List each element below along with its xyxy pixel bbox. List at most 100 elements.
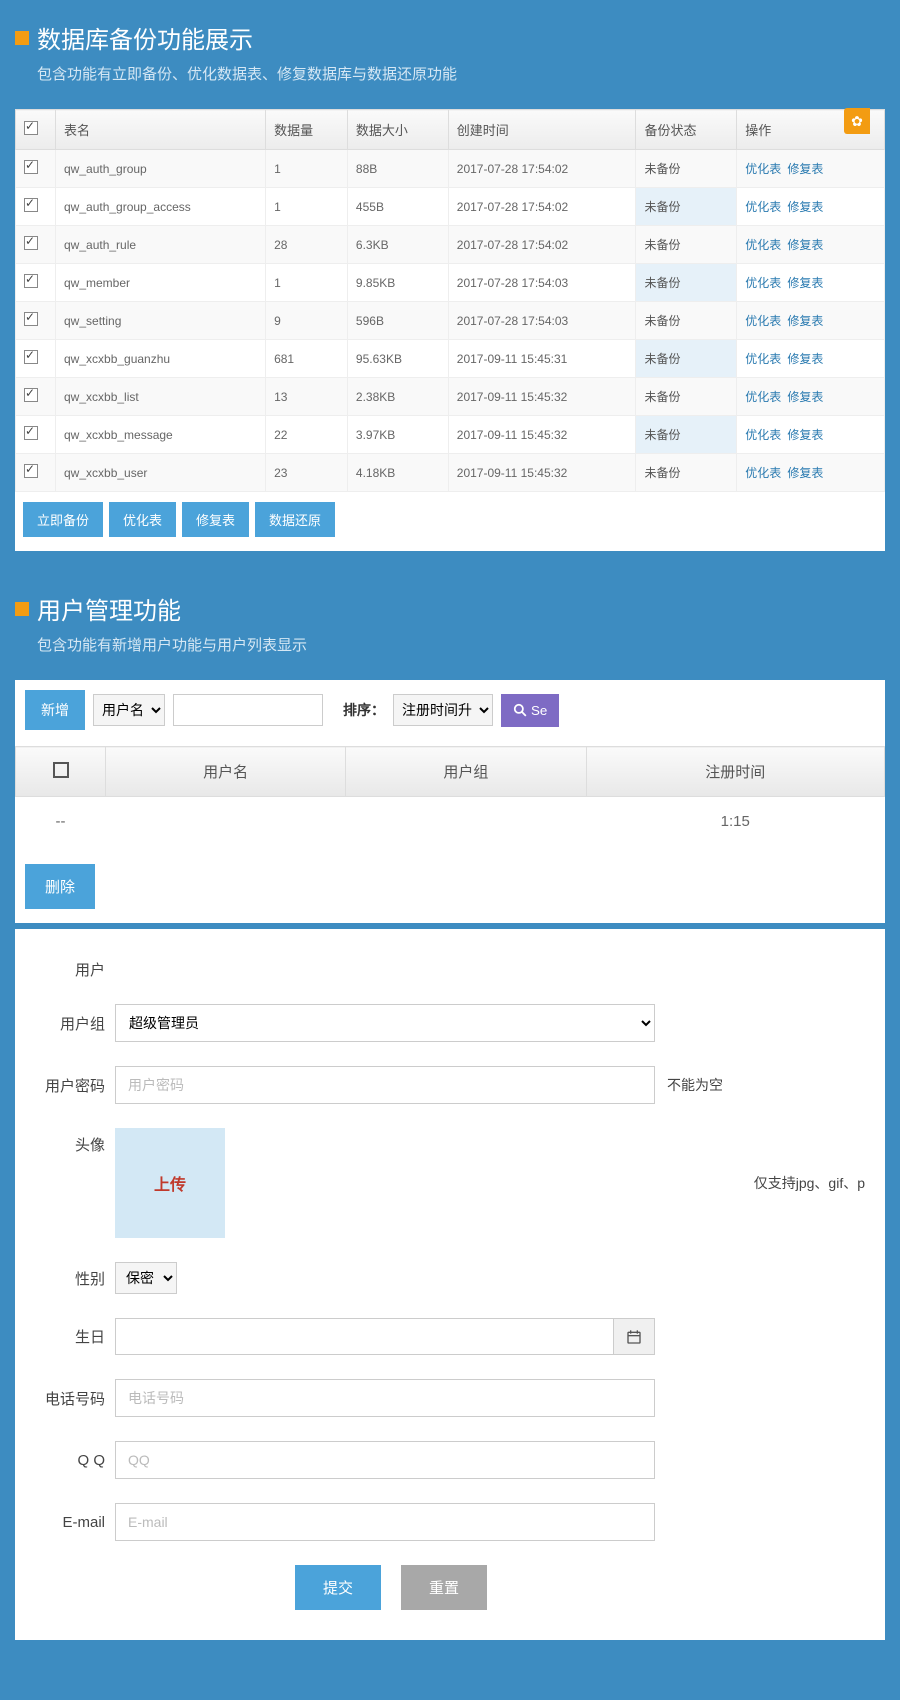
cell-size: 95.63KB — [347, 340, 448, 378]
optimize-link[interactable]: 优化表 — [745, 238, 781, 252]
cell-name: qw_auth_group — [56, 150, 266, 188]
search-icon — [513, 703, 527, 717]
cell-count: 1 — [266, 264, 348, 302]
select-all-checkbox[interactable] — [24, 121, 38, 135]
repair-link[interactable]: 修复表 — [787, 428, 823, 442]
phone-input[interactable] — [115, 1379, 655, 1417]
repair-button[interactable]: 修复表 — [182, 502, 249, 537]
upload-button[interactable]: 上传 — [115, 1128, 225, 1238]
sort-select[interactable]: 注册时间升 — [393, 694, 493, 726]
delete-button[interactable]: 删除 — [25, 864, 95, 909]
birthday-input[interactable] — [115, 1318, 613, 1355]
backup-button[interactable]: 立即备份 — [23, 502, 103, 537]
row-checkbox[interactable] — [24, 312, 38, 326]
label-gender: 性别 — [35, 1268, 115, 1289]
add-button[interactable]: 新增 — [25, 690, 85, 730]
group-select[interactable]: 超级管理员 — [115, 1004, 655, 1042]
optimize-link[interactable]: 优化表 — [745, 352, 781, 366]
cell-ops: 优化表修复表 — [737, 378, 885, 416]
cell-count: 28 — [266, 226, 348, 264]
repair-link[interactable]: 修复表 — [787, 238, 823, 252]
cell-ops: 优化表修复表 — [737, 302, 885, 340]
cell-name: qw_setting — [56, 302, 266, 340]
cell-size: 6.3KB — [347, 226, 448, 264]
cell-count: 1 — [266, 150, 348, 188]
search-button[interactable]: Se — [501, 694, 559, 727]
avatar-hint: 仅支持jpg、gif、p — [754, 1173, 865, 1193]
row-checkbox[interactable] — [24, 198, 38, 212]
optimize-link[interactable]: 优化表 — [745, 314, 781, 328]
db-panel: ✿ 表名数据量数据大小创建时间备份状态操作 qw_auth_group188B2… — [15, 109, 885, 551]
cell-ops: 优化表修复表 — [737, 416, 885, 454]
optimize-link[interactable]: 优化表 — [745, 200, 781, 214]
repair-link[interactable]: 修复表 — [787, 162, 823, 176]
col-header: 备份状态 — [636, 110, 737, 150]
cell-size: 9.85KB — [347, 264, 448, 302]
user-form: 用户 用户组 超级管理员 用户密码 不能为空 头像 上传 仅支持jpg、gif、… — [15, 929, 885, 1640]
section-subtitle: 包含功能有立即备份、优化数据表、修复数据库与数据还原功能 — [37, 63, 885, 84]
cell-name: qw_xcxbb_message — [56, 416, 266, 454]
cell-size: 4.18KB — [347, 454, 448, 492]
password-input[interactable] — [115, 1066, 655, 1104]
label-birthday: 生日 — [35, 1326, 115, 1347]
table-row: -- 1:15 — [16, 797, 885, 847]
row-checkbox[interactable] — [24, 160, 38, 174]
cell-time: 2017-09-11 15:45:31 — [448, 340, 636, 378]
optimize-link[interactable]: 优化表 — [745, 162, 781, 176]
bullet-icon — [15, 602, 29, 616]
repair-link[interactable]: 修复表 — [787, 276, 823, 290]
qq-input[interactable] — [115, 1441, 655, 1479]
col-regtime: 注册时间 — [586, 747, 884, 797]
filter-input[interactable] — [173, 694, 323, 726]
col-header: 数据大小 — [347, 110, 448, 150]
bullet-icon — [15, 31, 29, 45]
optimize-link[interactable]: 优化表 — [745, 466, 781, 480]
col-header: 数据量 — [266, 110, 348, 150]
filter-select[interactable]: 用户名 — [93, 694, 165, 726]
cell-size: 596B — [347, 302, 448, 340]
row-checkbox[interactable] — [24, 274, 38, 288]
table-row: qw_auth_group_access1455B2017-07-28 17:5… — [16, 188, 885, 226]
table-row: qw_xcxbb_guanzhu68195.63KB2017-09-11 15:… — [16, 340, 885, 378]
cell-time: 2017-09-11 15:45:32 — [448, 454, 636, 492]
select-all-checkbox[interactable] — [53, 762, 69, 778]
cell-ops: 优化表修复表 — [737, 150, 885, 188]
label-phone: 电话号码 — [35, 1388, 115, 1409]
repair-link[interactable]: 修复表 — [787, 352, 823, 366]
repair-link[interactable]: 修复表 — [787, 314, 823, 328]
row-checkbox[interactable] — [24, 236, 38, 250]
optimize-button[interactable]: 优化表 — [109, 502, 176, 537]
cell-count: 9 — [266, 302, 348, 340]
optimize-link[interactable]: 优化表 — [745, 390, 781, 404]
password-hint: 不能为空 — [667, 1075, 723, 1095]
calendar-button[interactable] — [613, 1318, 655, 1355]
table-row: qw_auth_group188B2017-07-28 17:54:02未备份优… — [16, 150, 885, 188]
cell-status: 未备份 — [636, 340, 737, 378]
action-buttons: 立即备份 优化表 修复表 数据还原 — [15, 492, 885, 551]
user-panel: 新增 用户名 排序： 注册时间升 Se 用户名 用户组 注册时间 -- 1:15… — [15, 680, 885, 1640]
table-row: qw_xcxbb_list132.38KB2017-09-11 15:45:32… — [16, 378, 885, 416]
row-checkbox[interactable] — [24, 426, 38, 440]
repair-link[interactable]: 修复表 — [787, 390, 823, 404]
cell-name: qw_auth_rule — [56, 226, 266, 264]
cell-status: 未备份 — [636, 454, 737, 492]
repair-link[interactable]: 修复表 — [787, 200, 823, 214]
restore-button[interactable]: 数据还原 — [255, 502, 335, 537]
col-header: 创建时间 — [448, 110, 636, 150]
row-checkbox[interactable] — [24, 388, 38, 402]
repair-link[interactable]: 修复表 — [787, 466, 823, 480]
user-mgmt-section: 用户管理功能 包含功能有新增用户功能与用户列表显示 — [0, 571, 900, 680]
submit-button[interactable]: 提交 — [295, 1565, 381, 1610]
optimize-link[interactable]: 优化表 — [745, 428, 781, 442]
cell-size: 2.38KB — [347, 378, 448, 416]
cell-time: 2017-09-11 15:45:32 — [448, 416, 636, 454]
gender-select[interactable]: 保密 — [115, 1262, 177, 1294]
email-input[interactable] — [115, 1503, 655, 1541]
db-table: 表名数据量数据大小创建时间备份状态操作 qw_auth_group188B201… — [15, 109, 885, 492]
row-checkbox[interactable] — [24, 464, 38, 478]
optimize-link[interactable]: 优化表 — [745, 276, 781, 290]
reset-button[interactable]: 重置 — [401, 1565, 487, 1610]
gear-icon[interactable]: ✿ — [844, 108, 870, 134]
row-checkbox[interactable] — [24, 350, 38, 364]
calendar-icon — [626, 1329, 642, 1345]
